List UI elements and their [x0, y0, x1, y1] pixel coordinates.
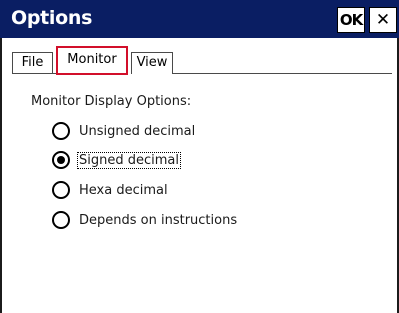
tab-monitor[interactable]: Monitor — [56, 46, 128, 75]
tab-panel-border — [12, 73, 56, 74]
radio-button-checked[interactable] — [52, 151, 70, 169]
options-window: Options OK ✕ File Monitor View Monitor D… — [0, 0, 399, 313]
tab-panel-border — [172, 73, 392, 74]
radio-label: Hexa decimal — [79, 182, 168, 198]
radio-label: Unsigned decimal — [79, 123, 196, 139]
radio-label: Signed decimal — [77, 151, 181, 169]
radio-button[interactable] — [52, 181, 70, 199]
radio-label: Depends on instructions — [79, 212, 238, 228]
radio-signed-decimal[interactable]: Signed decimal — [52, 150, 181, 170]
window-title: Options — [11, 7, 93, 29]
monitor-display-options-label: Monitor Display Options: — [31, 94, 192, 109]
close-icon: ✕ — [375, 10, 391, 30]
tab-file[interactable]: File — [12, 52, 53, 74]
radio-hexa-decimal[interactable]: Hexa decimal — [52, 180, 169, 200]
radio-unsigned-decimal[interactable]: Unsigned decimal — [52, 121, 196, 141]
title-bar: Options OK ✕ — [0, 0, 399, 38]
radio-depends-on-instructions[interactable]: Depends on instructions — [52, 210, 238, 230]
radio-button[interactable] — [52, 122, 70, 140]
close-button[interactable]: ✕ — [369, 7, 397, 33]
radio-button[interactable] — [52, 211, 70, 229]
left-border — [0, 38, 2, 313]
tab-view[interactable]: View — [131, 52, 173, 74]
ok-button[interactable]: OK — [337, 7, 365, 33]
client-area — [0, 38, 399, 313]
